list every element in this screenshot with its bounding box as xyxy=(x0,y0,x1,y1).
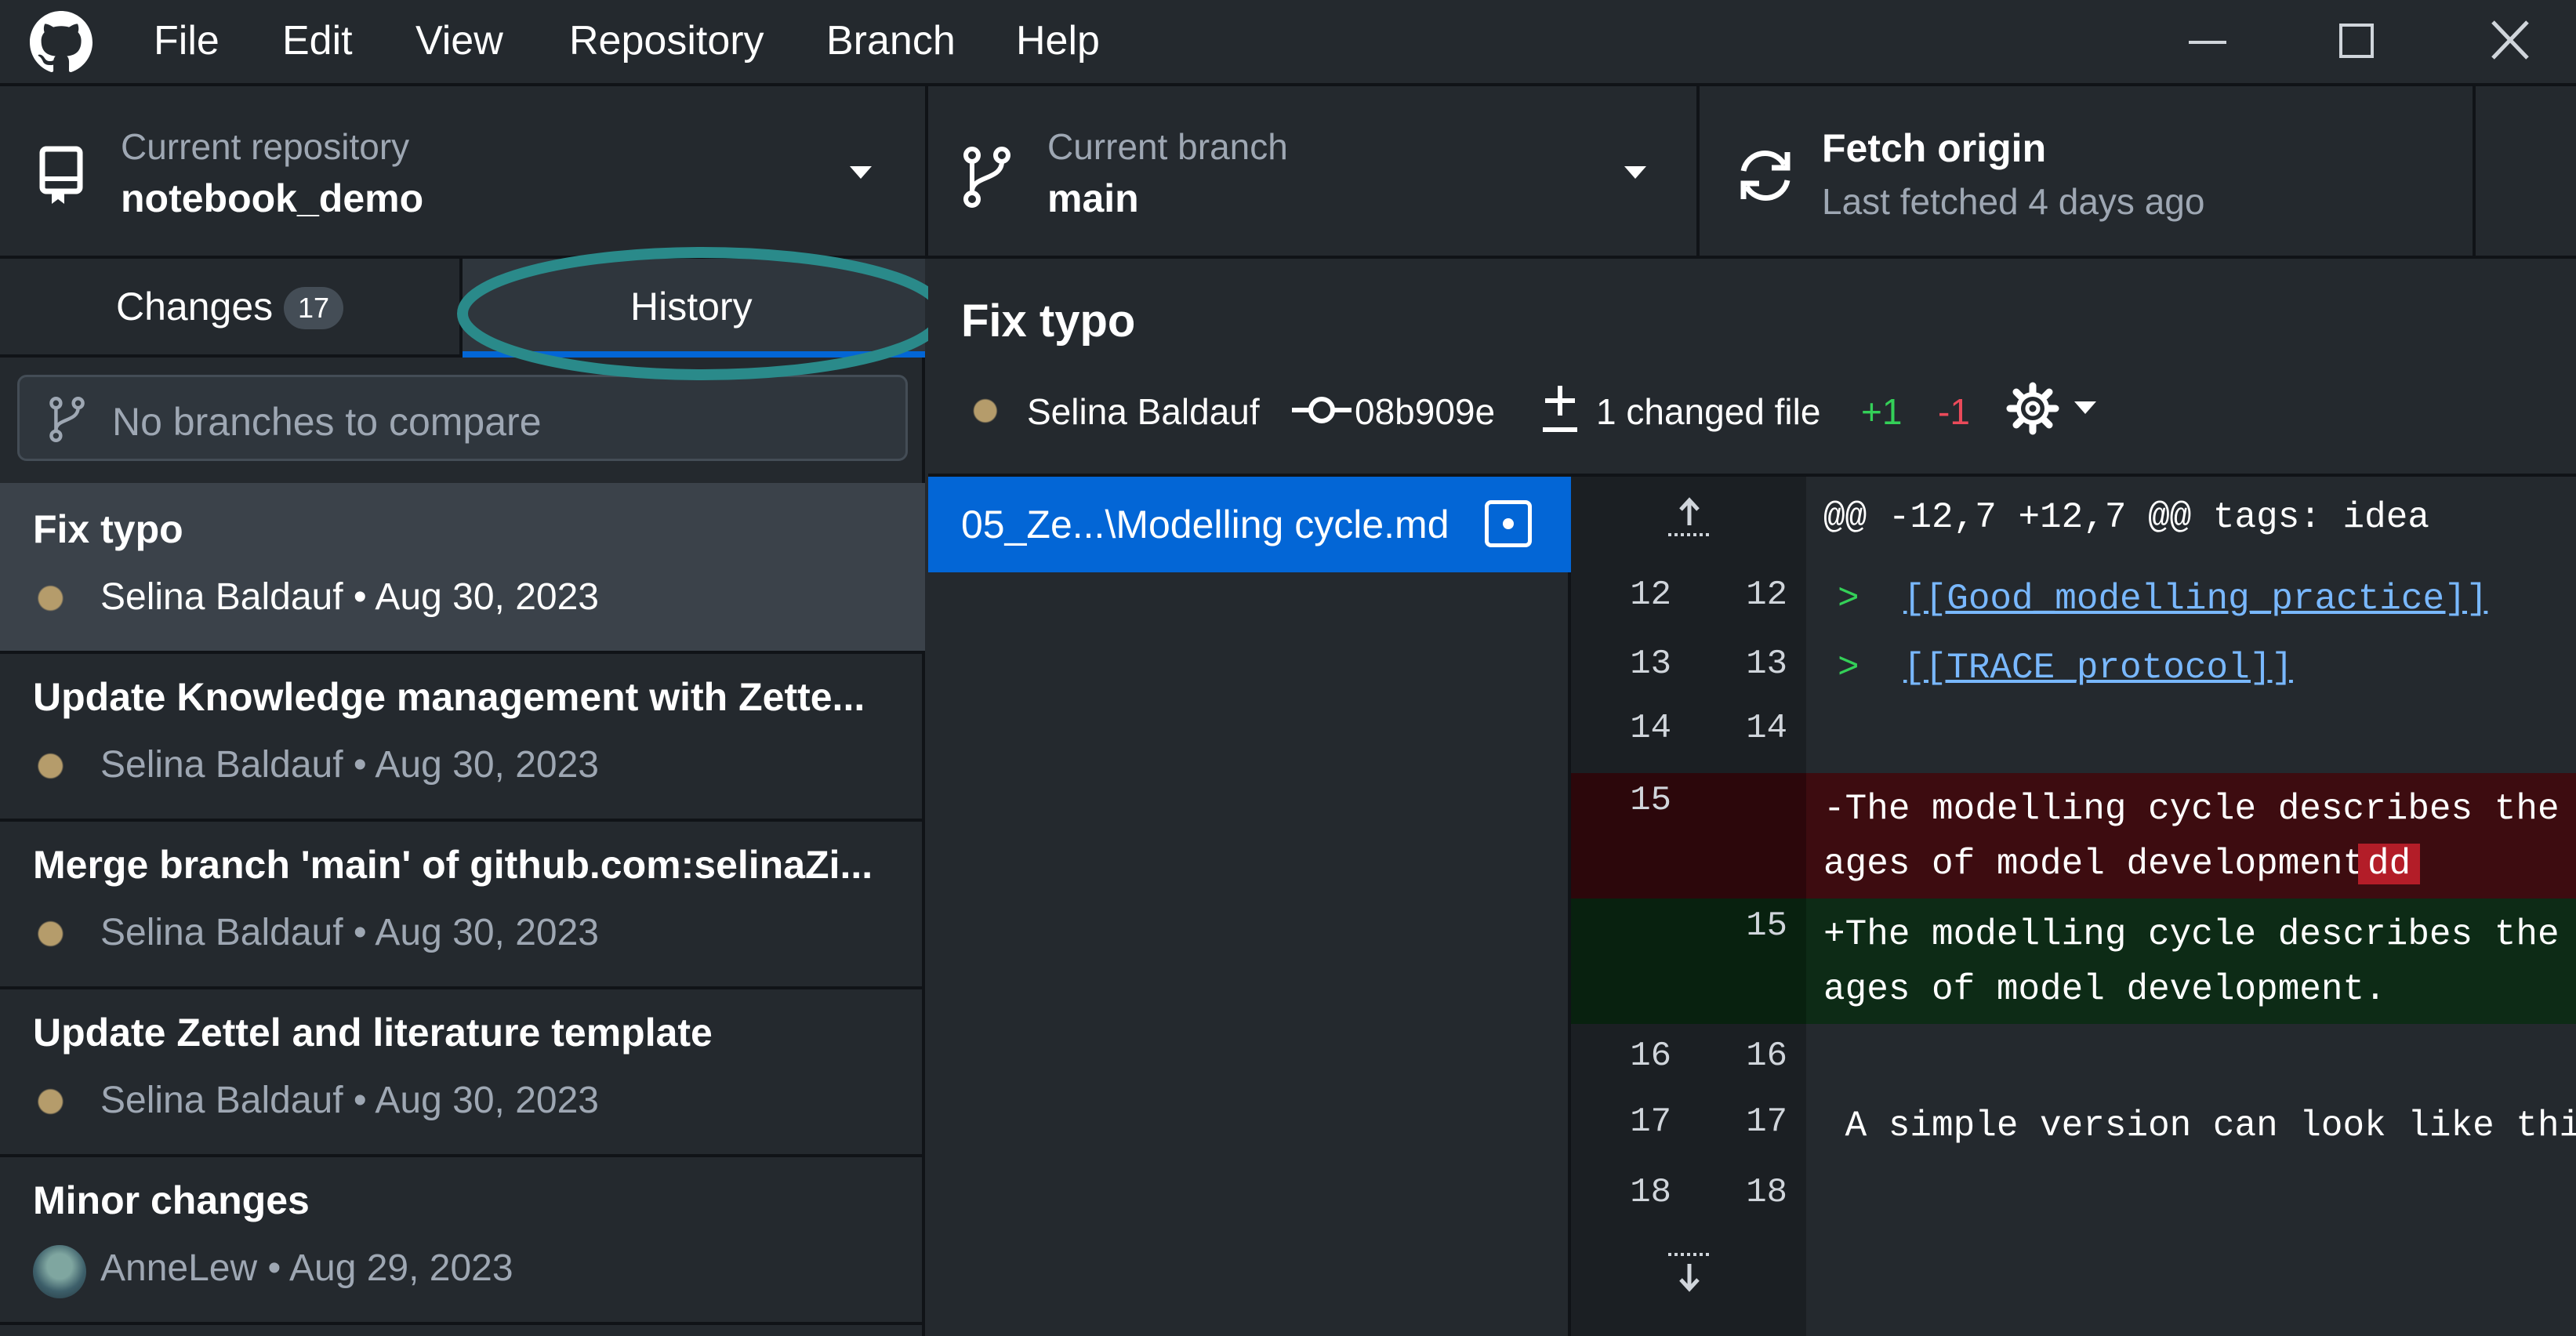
commit-item[interactable]: Minor changes AnneLew • Aug 29, 2023 xyxy=(0,1154,925,1325)
wiki-link[interactable]: [[Good_modelling_practice]] xyxy=(1903,579,2487,619)
commit-meta: Selina Baldauf • Aug 30, 2023 xyxy=(100,912,599,953)
diff-line: 13 13 > [[TRACE_protocol]] xyxy=(1630,644,2293,688)
diff-line: 17 17 A simple version can look like thi… xyxy=(1630,1102,2576,1146)
branch-label: Current branch xyxy=(1047,126,1288,167)
commit-title: Minor changes xyxy=(33,1178,310,1222)
close-icon xyxy=(2491,20,2529,60)
fetch-subtitle: Last fetched 4 days ago xyxy=(1822,181,2205,222)
expand-down-row xyxy=(1571,1231,2576,1314)
fetch-title: Fetch origin xyxy=(1822,126,2047,170)
chevron-down-icon xyxy=(2074,401,2096,414)
hunk-header: @@ -12,7 +12,7 @@ tags: idea xyxy=(1823,497,2429,538)
diff-view: @@ -12,7 +12,7 @@ tags: idea 12 12 > [[G… xyxy=(1571,477,2576,1336)
commit-title: Fix typo xyxy=(33,507,183,551)
chevron-down-icon xyxy=(850,166,872,179)
removed-highlight: dd xyxy=(2358,844,2421,884)
gear-icon xyxy=(2006,382,2059,435)
commit-title: Update Knowledge management with Zette..… xyxy=(33,675,865,719)
commit-title: Merge branch 'main' of github.com:selina… xyxy=(33,843,873,887)
menu-file[interactable]: File xyxy=(154,17,220,64)
commit-item[interactable]: Merge branch 'main' of github.com:selina… xyxy=(0,819,925,989)
github-logo-icon xyxy=(30,11,93,73)
additions-count: +1 xyxy=(1861,391,1903,432)
commit-meta: Selina Baldauf • Aug 30, 2023 xyxy=(100,1080,599,1121)
title-bar: File Edit View Repository Branch Help xyxy=(0,0,2576,86)
commit-item[interactable]: Update Zettel and literature template Se… xyxy=(0,986,925,1157)
diff-line: 16 16 xyxy=(1630,1036,1787,1076)
changed-files-count: 1 changed file xyxy=(1596,391,1821,432)
repo-name: notebook_demo xyxy=(121,176,424,220)
changes-count-badge: 17 xyxy=(284,287,344,329)
minimize-icon xyxy=(2189,41,2226,44)
hunk-header-row: @@ -12,7 +12,7 @@ tags: idea xyxy=(1571,477,2576,560)
commit-item[interactable]: Update Knowledge management with Zette..… xyxy=(0,651,925,822)
history-sidebar: Changes 17 History No branches to compar… xyxy=(0,259,925,1336)
branch-icon xyxy=(963,147,1010,208)
annotation-circle xyxy=(457,247,948,380)
file-list-item[interactable]: 05_Ze...\Modelling cycle.md xyxy=(928,477,1571,572)
repo-label: Current repository xyxy=(121,126,410,167)
menu-view[interactable]: View xyxy=(415,17,503,64)
branch-icon xyxy=(49,397,85,442)
diff-line-added: 15 +The modelling cycle describes the st… xyxy=(1571,899,2576,1024)
diff-line: 12 12 > [[Good_modelling_practice]] xyxy=(1630,575,2488,619)
expand-up-button[interactable] xyxy=(1571,477,1806,560)
commit-meta: Selina Baldauf • Aug 30, 2023 xyxy=(100,576,599,618)
commit-item[interactable]: Fix typo Selina Baldauf • Aug 30, 2023 xyxy=(0,483,925,654)
expand-down-button[interactable] xyxy=(1571,1231,1806,1314)
diff-icon xyxy=(1543,386,1577,432)
toolbar: Current repository notebook_demo Current… xyxy=(0,86,2576,259)
expand-up-icon xyxy=(1668,497,1711,536)
file-name: 05_Ze...\Modelling cycle.md xyxy=(961,503,1449,546)
fetch-origin-button[interactable]: Fetch origin Last fetched 4 days ago xyxy=(1696,86,2476,259)
commit-sha: 08b909e xyxy=(1355,391,1496,432)
close-button[interactable] xyxy=(2479,14,2542,69)
current-repository-button[interactable]: Current repository notebook_demo xyxy=(0,86,928,259)
maximize-icon xyxy=(2339,24,2374,58)
menu-branch[interactable]: Branch xyxy=(826,17,956,64)
commit-meta: AnneLew • Aug 29, 2023 xyxy=(100,1247,513,1289)
changed-files-list: 05_Ze...\Modelling cycle.md xyxy=(928,477,1571,1336)
tab-changes-label: Changes xyxy=(116,285,274,329)
diff-line: 18 18 xyxy=(1630,1173,1787,1212)
sync-icon xyxy=(1740,150,1791,201)
git-commit-icon xyxy=(1292,397,1351,423)
repo-icon xyxy=(39,146,83,204)
deletions-count: -1 xyxy=(1938,391,1970,432)
commit-meta: Selina Baldauf • Aug 30, 2023 xyxy=(100,744,599,786)
commit-title: Update Zettel and literature template xyxy=(33,1011,713,1055)
commit-summary-header: Fix typo Selina Baldauf 08b909e 1 change… xyxy=(928,259,2576,477)
chevron-down-icon xyxy=(1624,166,1646,179)
branch-name: main xyxy=(1047,176,1139,220)
menu-help[interactable]: Help xyxy=(1016,17,1100,64)
menu-repository[interactable]: Repository xyxy=(569,17,764,64)
wiki-link[interactable]: [[TRACE_protocol]] xyxy=(1903,648,2293,688)
maximize-button[interactable] xyxy=(2327,14,2389,69)
diff-settings-button[interactable] xyxy=(2005,376,2107,439)
diff-line-removed: 15 -The modelling cycle describes the st… xyxy=(1571,773,2576,899)
minimize-button[interactable] xyxy=(2176,14,2239,69)
tab-changes[interactable]: Changes 17 xyxy=(0,259,463,358)
branch-compare-placeholder: No branches to compare xyxy=(112,400,542,444)
author-avatar xyxy=(969,392,1010,430)
commit-summary-title: Fix typo xyxy=(961,296,1136,347)
current-branch-button[interactable]: Current branch main xyxy=(925,86,1700,259)
expand-down-icon xyxy=(1668,1253,1711,1292)
file-modified-icon xyxy=(1485,500,1532,547)
diff-line: 14 14 xyxy=(1630,709,1787,748)
menu-edit[interactable]: Edit xyxy=(282,17,353,64)
commit-author: Selina Baldauf xyxy=(1027,391,1260,432)
